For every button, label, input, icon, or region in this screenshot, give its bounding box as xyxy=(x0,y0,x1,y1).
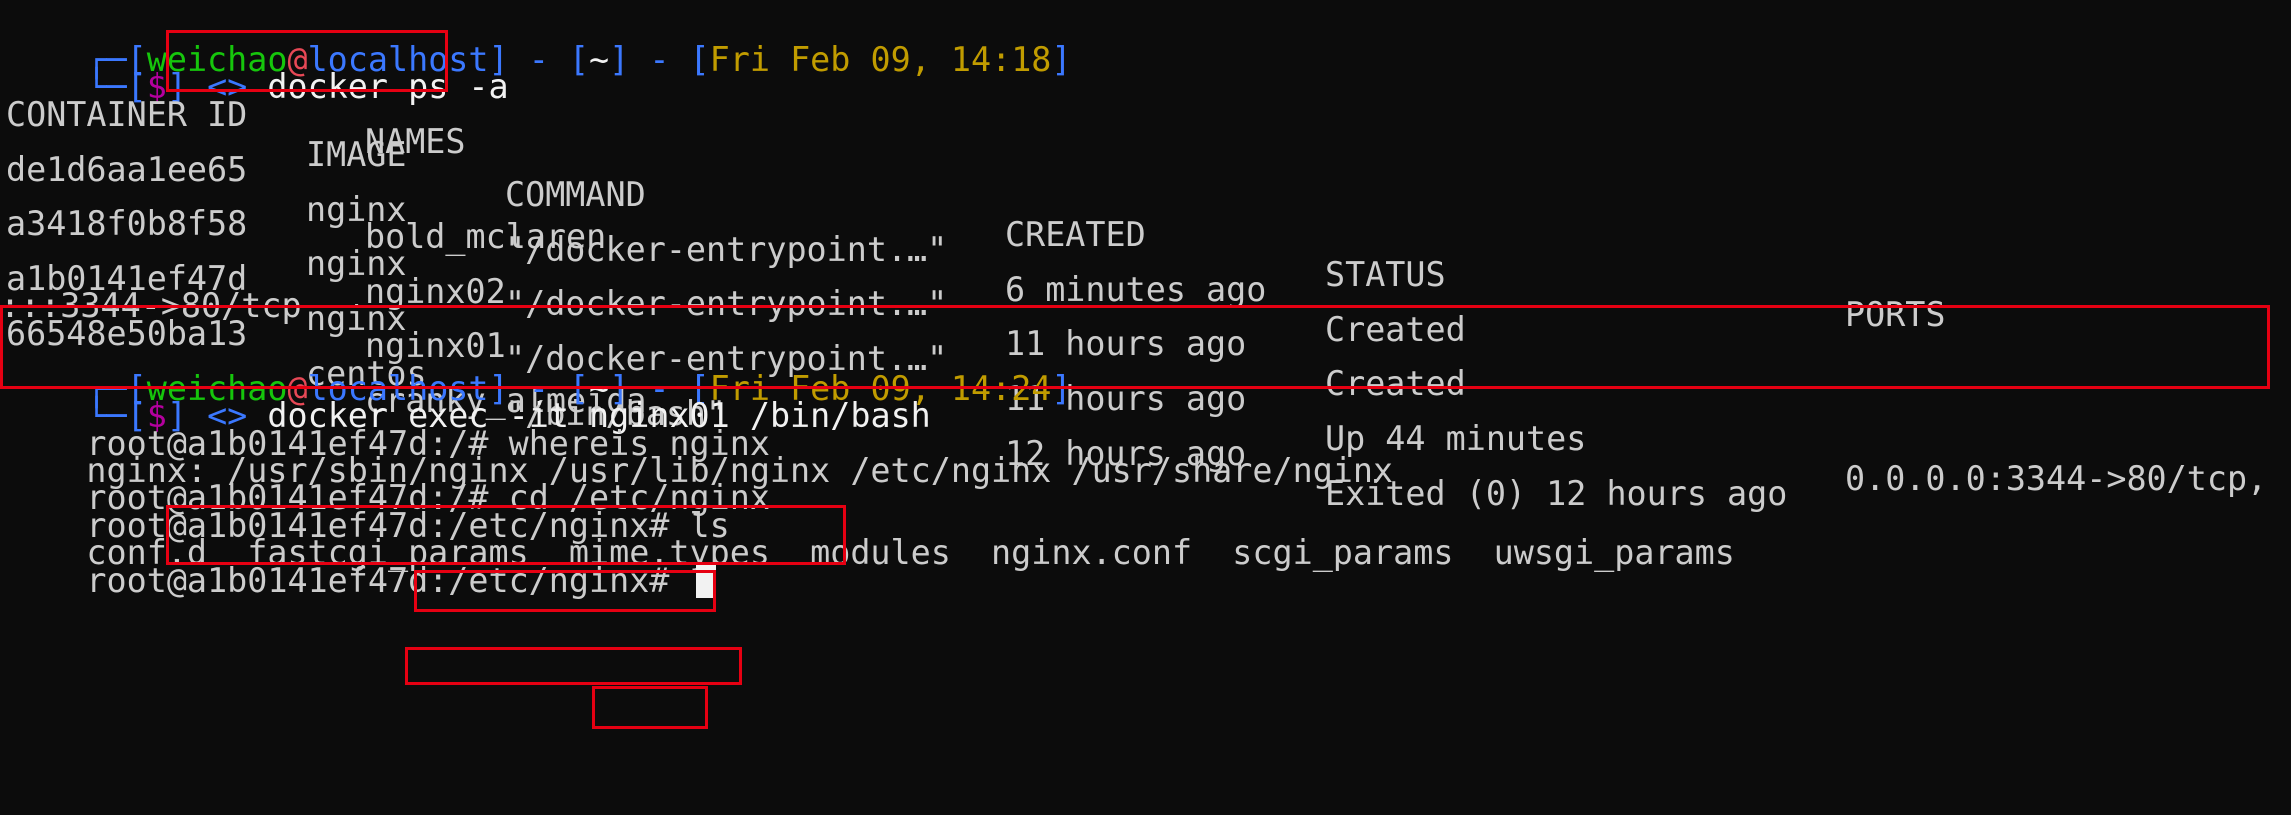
container-ports: 0.0.0.0:3344->80/tcp, xyxy=(1845,459,2268,498)
annotation-box-whereis xyxy=(414,570,716,612)
annotation-box-cd xyxy=(405,647,742,685)
annotation-box-docker-ps xyxy=(166,30,448,92)
annotation-box-container-row xyxy=(0,305,2270,389)
terminal-window[interactable]: ┌─[weichao@localhost] - [~] - [Fri Feb 0… xyxy=(0,0,2291,815)
annotation-box-ls xyxy=(592,686,708,729)
annotation-box-exec-time xyxy=(166,505,846,565)
